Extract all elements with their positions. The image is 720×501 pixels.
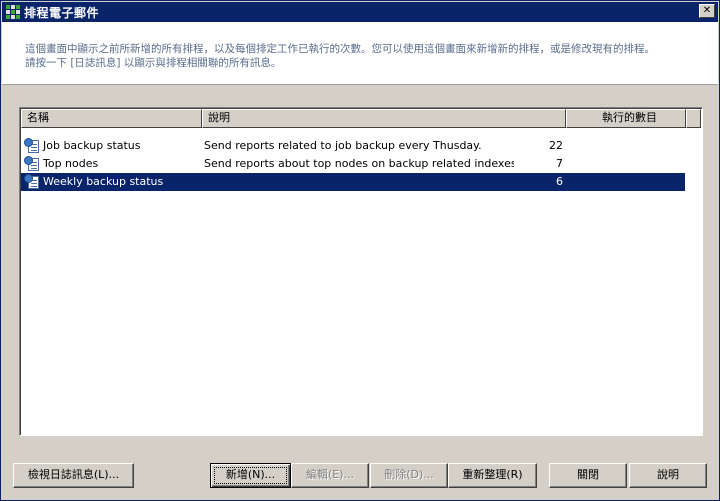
close-icon[interactable]: ✕ [699,4,715,18]
row-name-cell: Weekly backup status [24,173,202,191]
row-name: Job backup status [43,139,141,152]
table-row[interactable]: Top nodes Send reports about top nodes o… [21,155,701,173]
scheduled-task-icon [24,156,40,172]
description-text: 這個畫面中顯示之前所新增的所有排程，以及每個排定工作已執行的次數。您可以使用這個… [25,42,705,70]
schedule-list[interactable]: 名稱 說明 執行的數目 Job backup status Send repor… [19,107,703,436]
row-name-cell: Job backup status [24,137,202,155]
edit-button[interactable]: 編輯(E)... [291,463,369,488]
description-line-1: 這個畫面中顯示之前所新增的所有排程，以及每個排定工作已執行的次數。您可以使用這個… [25,43,655,55]
row-name: Weekly backup status [43,175,164,188]
description-panel: 這個畫面中顯示之前所新增的所有排程，以及每個排定工作已執行的次數。您可以使用這個… [2,22,718,85]
scheduler-grid-icon [6,5,20,19]
row-description: Send reports about top nodes on backup r… [204,157,514,170]
scheduled-task-icon [24,138,40,154]
refresh-button[interactable]: 重新整理(R) [448,463,537,488]
list-header: 名稱 說明 執行的數目 [21,109,701,128]
close-button[interactable]: 關閉 [549,463,627,488]
row-name: Top nodes [43,157,99,170]
scheduled-task-icon [24,174,40,190]
column-header-name[interactable]: 名稱 [21,109,202,128]
row-run-count: 7 [556,157,563,170]
column-header-filler [686,109,701,128]
add-button[interactable]: 新增(N)... [210,463,291,488]
view-log-button[interactable]: 檢視日誌訊息(L)... [13,463,134,488]
column-header-run-count[interactable]: 執行的數目 [566,109,686,128]
table-row-selected[interactable]: Weekly backup status 6 [21,173,685,191]
delete-button[interactable]: 刪除(D)... [370,463,448,488]
title-bar[interactable]: 排程電子郵件 ✕ [2,2,718,22]
table-row[interactable]: Job backup status Send reports related t… [21,137,701,155]
window-title: 排程電子郵件 [24,5,100,20]
column-header-description[interactable]: 說明 [202,109,566,128]
schedule-email-dialog: 排程電子郵件 ✕ 這個畫面中顯示之前所新增的所有排程，以及每個排定工作已執行的次… [0,0,720,501]
row-description: Send reports related to job backup every… [204,139,482,152]
description-line-2: 請按一下 [日誌訊息] 以顯示與排程相關聯的所有訊息。 [25,57,282,69]
row-name-cell: Top nodes [24,155,202,173]
help-button[interactable]: 說明 [629,463,707,488]
row-run-count: 22 [549,139,563,152]
row-run-count: 6 [556,175,563,188]
list-rows: Job backup status Send reports related t… [21,137,701,191]
